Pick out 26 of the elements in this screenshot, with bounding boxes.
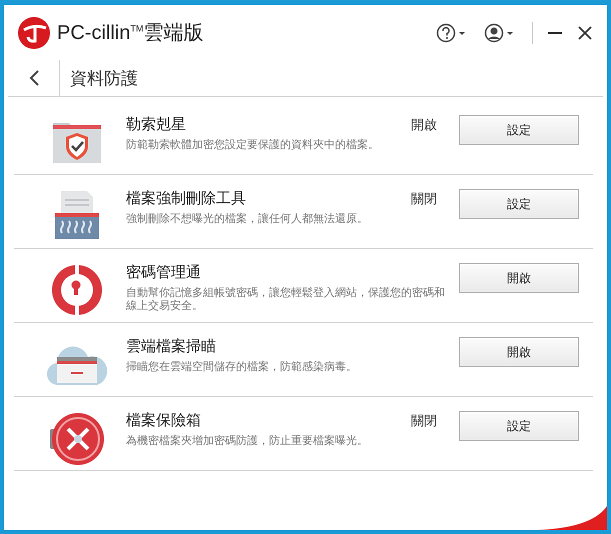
- feature-description: 掃瞄您在雲端空間儲存的檔案，防範感染病毒。: [126, 360, 358, 373]
- feature-title: 檔案強制刪除工具: [126, 189, 247, 208]
- feature-button[interactable]: 開啟: [459, 263, 579, 293]
- feature-title: 密碼管理通: [126, 263, 202, 282]
- feature-button[interactable]: 設定: [459, 411, 579, 441]
- feature-description: 強制刪除不想曝光的檔案，讓任何人都無法還原。: [126, 212, 369, 225]
- feature-button[interactable]: 設定: [459, 189, 579, 219]
- status-label: 關閉: [411, 192, 437, 207]
- feature-description: 防範勒索軟體加密您設定要保護的資料夾中的檔案。: [126, 138, 380, 151]
- status-label: 開啟: [411, 118, 437, 133]
- page-title: 資料防護: [70, 68, 138, 90]
- vault-icon: [50, 413, 104, 465]
- feature-title: 勒索剋星: [126, 115, 187, 134]
- close-icon[interactable]: [577, 24, 593, 40]
- status-label: 關閉: [411, 414, 437, 429]
- feature-button[interactable]: 設定: [459, 115, 579, 145]
- feature-description: 自動幫你記憶多組帳號密碼，讓您輕鬆登入網站，保護您的密碼和線上交易安全。: [126, 286, 446, 312]
- feature-description: 為機密檔案夾增加密碼防護，防止重要檔案曝光。: [126, 434, 369, 447]
- lock-circle-icon: [52, 265, 102, 315]
- shredder-icon: [53, 191, 101, 241]
- feature-title: 檔案保險箱: [126, 411, 202, 430]
- logo-icon: [18, 16, 50, 48]
- feature-button[interactable]: 開啟: [459, 337, 579, 367]
- feature-title: 雲端檔案掃瞄: [126, 337, 217, 356]
- chevron-left-icon: [28, 69, 40, 87]
- app-title: PC-cillin$^{TM}$ 雲端版: [57, 21, 204, 46]
